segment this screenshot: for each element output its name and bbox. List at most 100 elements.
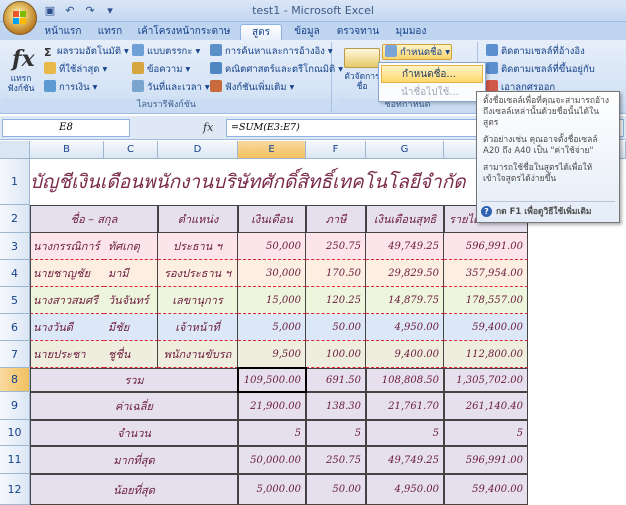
employee-position[interactable]: เจ้าหน้าที่ — [158, 314, 238, 341]
tab-home[interactable]: หน้าแรก — [40, 24, 86, 40]
employee-income[interactable]: 59,400.00 — [444, 314, 528, 341]
employee-first-name[interactable]: นางกรรณิการ์ — [30, 233, 104, 260]
row-header[interactable]: 5 — [0, 287, 30, 314]
employee-tax[interactable]: 170.50 — [306, 260, 366, 287]
employee-last-name[interactable]: ชูชื่น — [104, 341, 158, 368]
summary-income[interactable]: 59,400.00 — [444, 474, 528, 505]
employee-income[interactable]: 112,800.00 — [444, 341, 528, 368]
employee-net[interactable]: 49,749.25 — [366, 233, 444, 260]
tab-data[interactable]: ข้อมูล — [286, 24, 328, 40]
employee-position[interactable]: ประธาน ฯ — [158, 233, 238, 260]
employee-net[interactable]: 29,829.50 — [366, 260, 444, 287]
save-icon[interactable]: ▣ — [42, 3, 58, 19]
column-header-e[interactable]: E — [238, 141, 306, 159]
summary-tax[interactable]: 138.30 — [306, 392, 366, 420]
summary-label[interactable]: มากที่สุด — [30, 446, 238, 474]
summary-income[interactable]: 596,991.00 — [444, 446, 528, 474]
header-tax[interactable]: ภาษี — [306, 205, 366, 233]
summary-label[interactable]: ค่าเฉลี่ย — [30, 392, 238, 420]
insert-function-icon[interactable]: fx — [203, 121, 213, 134]
column-header-f[interactable]: F — [306, 141, 366, 159]
tab-formulas[interactable]: สูตร — [240, 24, 282, 40]
trace-precedents-button[interactable]: ติดตามเซลล์ที่อ้างอิง — [486, 44, 585, 60]
row-header[interactable]: 10 — [0, 420, 30, 446]
summary-income[interactable]: 261,140.40 — [444, 392, 528, 420]
date-time-button[interactable]: วันที่และเวลา ▾ — [132, 80, 210, 96]
employee-position[interactable]: พนักงานขับรถ — [158, 341, 238, 368]
name-box[interactable]: E8 — [2, 119, 130, 137]
employee-last-name[interactable]: มามี — [104, 260, 158, 287]
row-header[interactable]: 6 — [0, 314, 30, 341]
header-name[interactable]: ชื่อ – สกุล — [30, 205, 158, 233]
menu-item-apply-names[interactable]: นำชื่อไปใช้... — [381, 84, 483, 102]
employee-salary[interactable]: 15,000 — [238, 287, 306, 314]
row-header[interactable]: 9 — [0, 392, 30, 420]
tab-page-layout[interactable]: เค้าโครงหน้ากระดาษ — [134, 24, 234, 40]
summary-tax[interactable]: 691.50 — [306, 368, 366, 392]
employee-income[interactable]: 357,954.00 — [444, 260, 528, 287]
employee-salary[interactable]: 30,000 — [238, 260, 306, 287]
employee-salary[interactable]: 5,000 — [238, 314, 306, 341]
employee-last-name[interactable]: วันจันทร์ — [104, 287, 158, 314]
row-header[interactable]: 2 — [0, 205, 30, 233]
summary-income[interactable]: 5 — [444, 420, 528, 446]
text-button[interactable]: ข้อความ ▾ — [132, 62, 190, 78]
summary-net[interactable]: 4,950.00 — [366, 474, 444, 505]
summary-label[interactable]: จำนวน — [30, 420, 238, 446]
summary-net[interactable]: 5 — [366, 420, 444, 446]
employee-last-name[interactable]: ทัศเกตุ — [104, 233, 158, 260]
select-all-corner[interactable] — [0, 141, 30, 159]
header-position[interactable]: ตำแหน่ง — [158, 205, 238, 233]
employee-income[interactable]: 178,557.00 — [444, 287, 528, 314]
employee-salary[interactable]: 9,500 — [238, 341, 306, 368]
column-header-g[interactable]: G — [366, 141, 444, 159]
customize-icon[interactable]: ▾ — [102, 3, 118, 19]
employee-tax[interactable]: 100.00 — [306, 341, 366, 368]
define-name-button[interactable]: กำหนดชื่อ ▾ — [382, 44, 452, 60]
summary-salary[interactable]: 109,500.00 — [238, 368, 306, 392]
employee-first-name[interactable]: นางวันดี — [30, 314, 104, 341]
summary-label[interactable]: รวม — [30, 368, 238, 392]
row-header[interactable]: 8 — [0, 368, 30, 392]
header-salary[interactable]: เงินเดือน — [238, 205, 306, 233]
summary-salary[interactable]: 5,000.00 — [238, 474, 306, 505]
more-functions-button[interactable]: ฟังก์ชันเพิ่มเติม ▾ — [210, 80, 294, 96]
summary-net[interactable]: 49,749.25 — [366, 446, 444, 474]
tab-insert[interactable]: แทรก — [90, 24, 130, 40]
employee-last-name[interactable]: มีชัย — [104, 314, 158, 341]
header-net[interactable]: เงินเดือนสุทธิ — [366, 205, 444, 233]
redo-icon[interactable]: ↷ — [82, 3, 98, 19]
employee-salary[interactable]: 50,000 — [238, 233, 306, 260]
summary-net[interactable]: 21,761.70 — [366, 392, 444, 420]
column-header-d[interactable]: D — [158, 141, 238, 159]
trace-dependents-button[interactable]: ติดตามเซลล์ที่ขึ้นอยู่กับ — [486, 62, 595, 78]
autosum-button[interactable]: Σ ผลรวมอัตโนมัติ ▾ — [44, 44, 129, 60]
lookup-reference-button[interactable]: การค้นหาและการอ้างอิง ▾ — [210, 44, 333, 60]
summary-salary[interactable]: 50,000.00 — [238, 446, 306, 474]
name-manager-icon[interactable] — [344, 48, 380, 68]
employee-net[interactable]: 14,879.75 — [366, 287, 444, 314]
summary-salary[interactable]: 5 — [238, 420, 306, 446]
row-header[interactable]: 4 — [0, 260, 30, 287]
employee-first-name[interactable]: นางสาวสมศรี — [30, 287, 104, 314]
employee-income[interactable]: 596,991.00 — [444, 233, 528, 260]
row-header[interactable]: 1 — [0, 159, 30, 205]
summary-net[interactable]: 108,808.50 — [366, 368, 444, 392]
insert-function-icon[interactable]: fx — [12, 46, 35, 72]
row-header[interactable]: 11 — [0, 446, 30, 474]
menu-item-define-name[interactable]: กำหนดชื่อ... — [381, 65, 483, 83]
logical-button[interactable]: แบบตรรกะ ▾ — [132, 44, 200, 60]
employee-first-name[interactable]: นายประชา — [30, 341, 104, 368]
employee-net[interactable]: 4,950.00 — [366, 314, 444, 341]
summary-label[interactable]: น้อยที่สุด — [30, 474, 238, 505]
employee-position[interactable]: รองประธาน ฯ — [158, 260, 238, 287]
column-header-b[interactable]: B — [30, 141, 104, 159]
employee-first-name[interactable]: นายชาญชัย — [30, 260, 104, 287]
employee-net[interactable]: 9,400.00 — [366, 341, 444, 368]
summary-tax[interactable]: 50.00 — [306, 474, 366, 505]
tab-view[interactable]: มุมมอง — [388, 24, 434, 40]
summary-salary[interactable]: 21,900.00 — [238, 392, 306, 420]
summary-tax[interactable]: 5 — [306, 420, 366, 446]
column-header-c[interactable]: C — [104, 141, 158, 159]
math-trig-button[interactable]: คณิตศาสตร์และตรีโกณมิติ ▾ — [210, 62, 343, 78]
